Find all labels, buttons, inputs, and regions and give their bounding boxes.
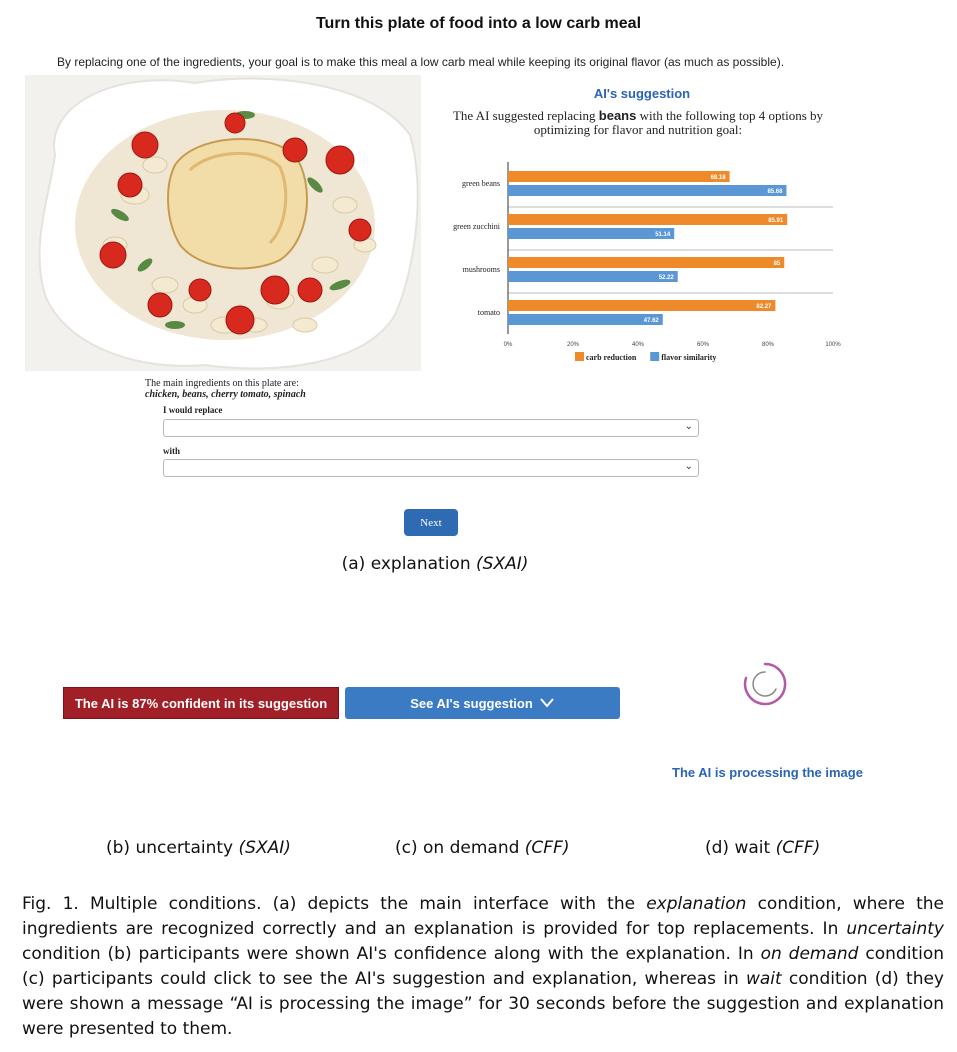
x-tick-label: 20% [567,342,580,348]
chevron-down-icon: ⌄ [684,461,693,472]
with-select[interactable]: ⌄ [163,459,699,477]
replacement-chart: green beans 68.18 85.68 green zucchini 85.91… [440,160,850,370]
legend-label: carb reduction [586,353,637,362]
processing-message: The AI is processing the image [672,765,863,780]
bar-carb-reduction [508,300,776,311]
see-suggestion-label: See AI's suggestion [410,695,533,711]
ai-suggestion-description: The AI suggested replacing beans with th… [452,108,824,137]
category-label: green zucchini [453,222,501,231]
value-label: 85.91 [768,218,784,224]
category-label: mushrooms [463,265,500,274]
legend-swatch [575,352,584,361]
category-label: green beans [462,179,500,188]
caption-b: (b) uncertainty (SXAI) [106,838,291,858]
x-tick-label: 40% [632,342,645,348]
value-label: 82.27 [756,304,772,310]
value-label: 85.68 [767,189,783,195]
replace-label: I would replace [163,405,223,415]
task-instructions: By replacing one of the ingredients, you… [57,55,785,69]
caption-a: (a) explanation (SXAI) [341,554,529,574]
ingredients-label: The main ingredients on this plate are: [145,378,299,389]
loading-spinner-icon [741,660,789,708]
replacement-bar-chart: green beans 68.18 85.68 green zucchini 85.91… [453,162,841,362]
bar-flavor-similarity [508,228,675,239]
page-title: Turn this plate of food into a low carb … [315,15,642,32]
category-label: tomato [478,308,500,317]
see-suggestion-button[interactable]: See AI's suggestion [345,687,620,719]
legend-swatch [650,352,660,361]
bar-carb-reduction [508,257,785,268]
chevron-down-icon [540,698,554,708]
value-label: 52.22 [659,275,675,281]
confidence-banner: The AI is 87% confident in its suggestio… [63,687,339,719]
x-tick-label: 100% [825,342,841,348]
value-label: 68.18 [711,175,727,181]
x-tick-label: 0% [504,342,513,348]
value-label: 85 [774,261,781,267]
bar-flavor-similarity [508,314,663,325]
ingredients-list: chicken, beans, cherry tomato, spinach [145,389,306,400]
caption-c: (c) on demand (CFF) [395,838,570,858]
ai-suggestion-heading: AI's suggestion [593,86,691,101]
figure-caption: Fig. 1. Multiple conditions. (a) depicts… [22,894,945,1039]
replace-select[interactable]: ⌄ [163,419,699,437]
next-button[interactable]: Next [404,509,458,536]
legend-label: flavor similarity [661,353,716,362]
value-label: 47.62 [644,318,660,324]
chevron-down-icon: ⌄ [684,421,693,432]
caption-d: (d) wait (CFF) [705,838,821,858]
bar-carb-reduction [508,214,788,225]
food-photo [25,75,421,371]
bar-carb-reduction [508,171,730,182]
bar-flavor-similarity [508,185,787,196]
with-label: with [163,446,181,456]
bar-flavor-similarity [508,271,678,282]
value-label: 51.14 [655,232,671,238]
x-tick-label: 60% [697,342,710,348]
replaced-ingredient: beans [598,108,637,123]
x-tick-label: 80% [762,342,775,348]
